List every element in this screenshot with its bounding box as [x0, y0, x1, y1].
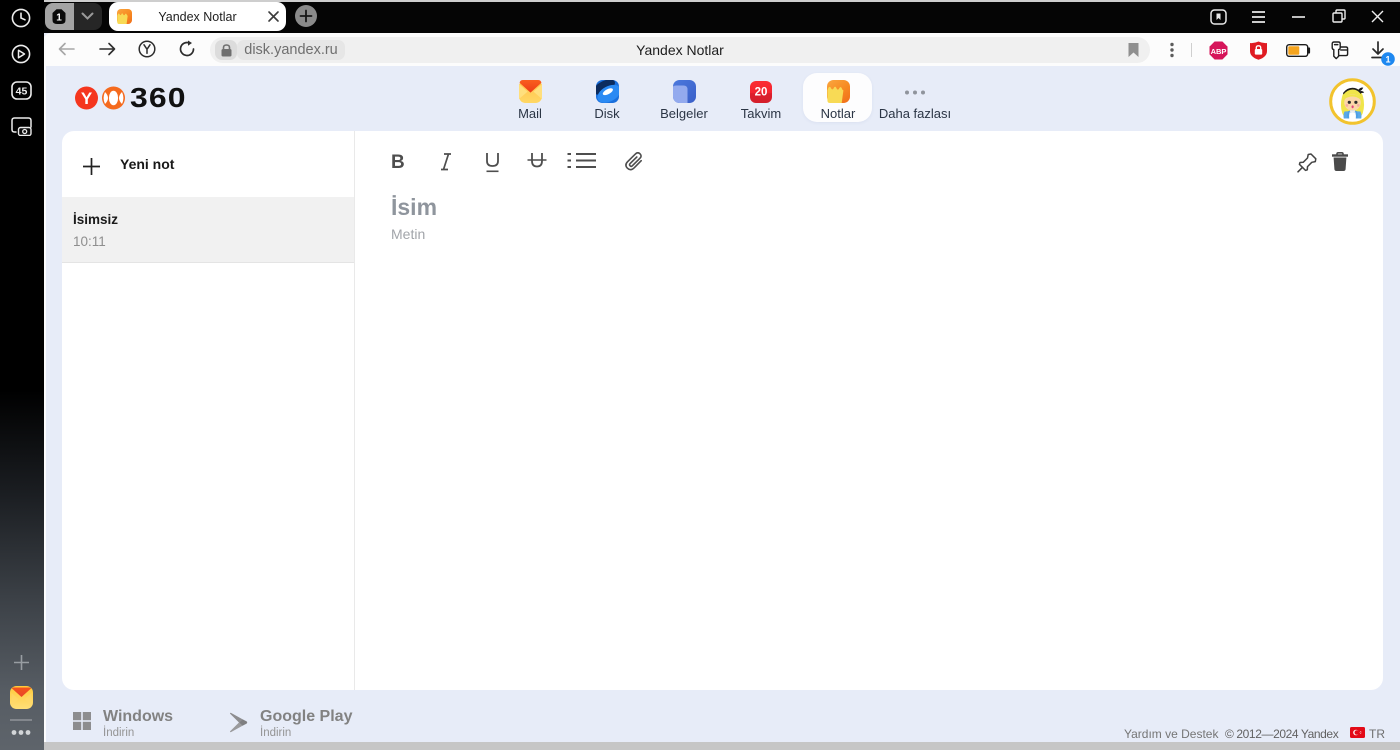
- svg-text:B: B: [391, 152, 405, 172]
- svg-text:1: 1: [56, 13, 62, 24]
- svg-text:ABP: ABP: [1211, 47, 1227, 56]
- svg-text:1: 1: [1385, 54, 1390, 64]
- svg-text:Y: Y: [81, 89, 93, 108]
- svg-text:20: 20: [755, 87, 768, 99]
- svg-text:45: 45: [16, 86, 28, 98]
